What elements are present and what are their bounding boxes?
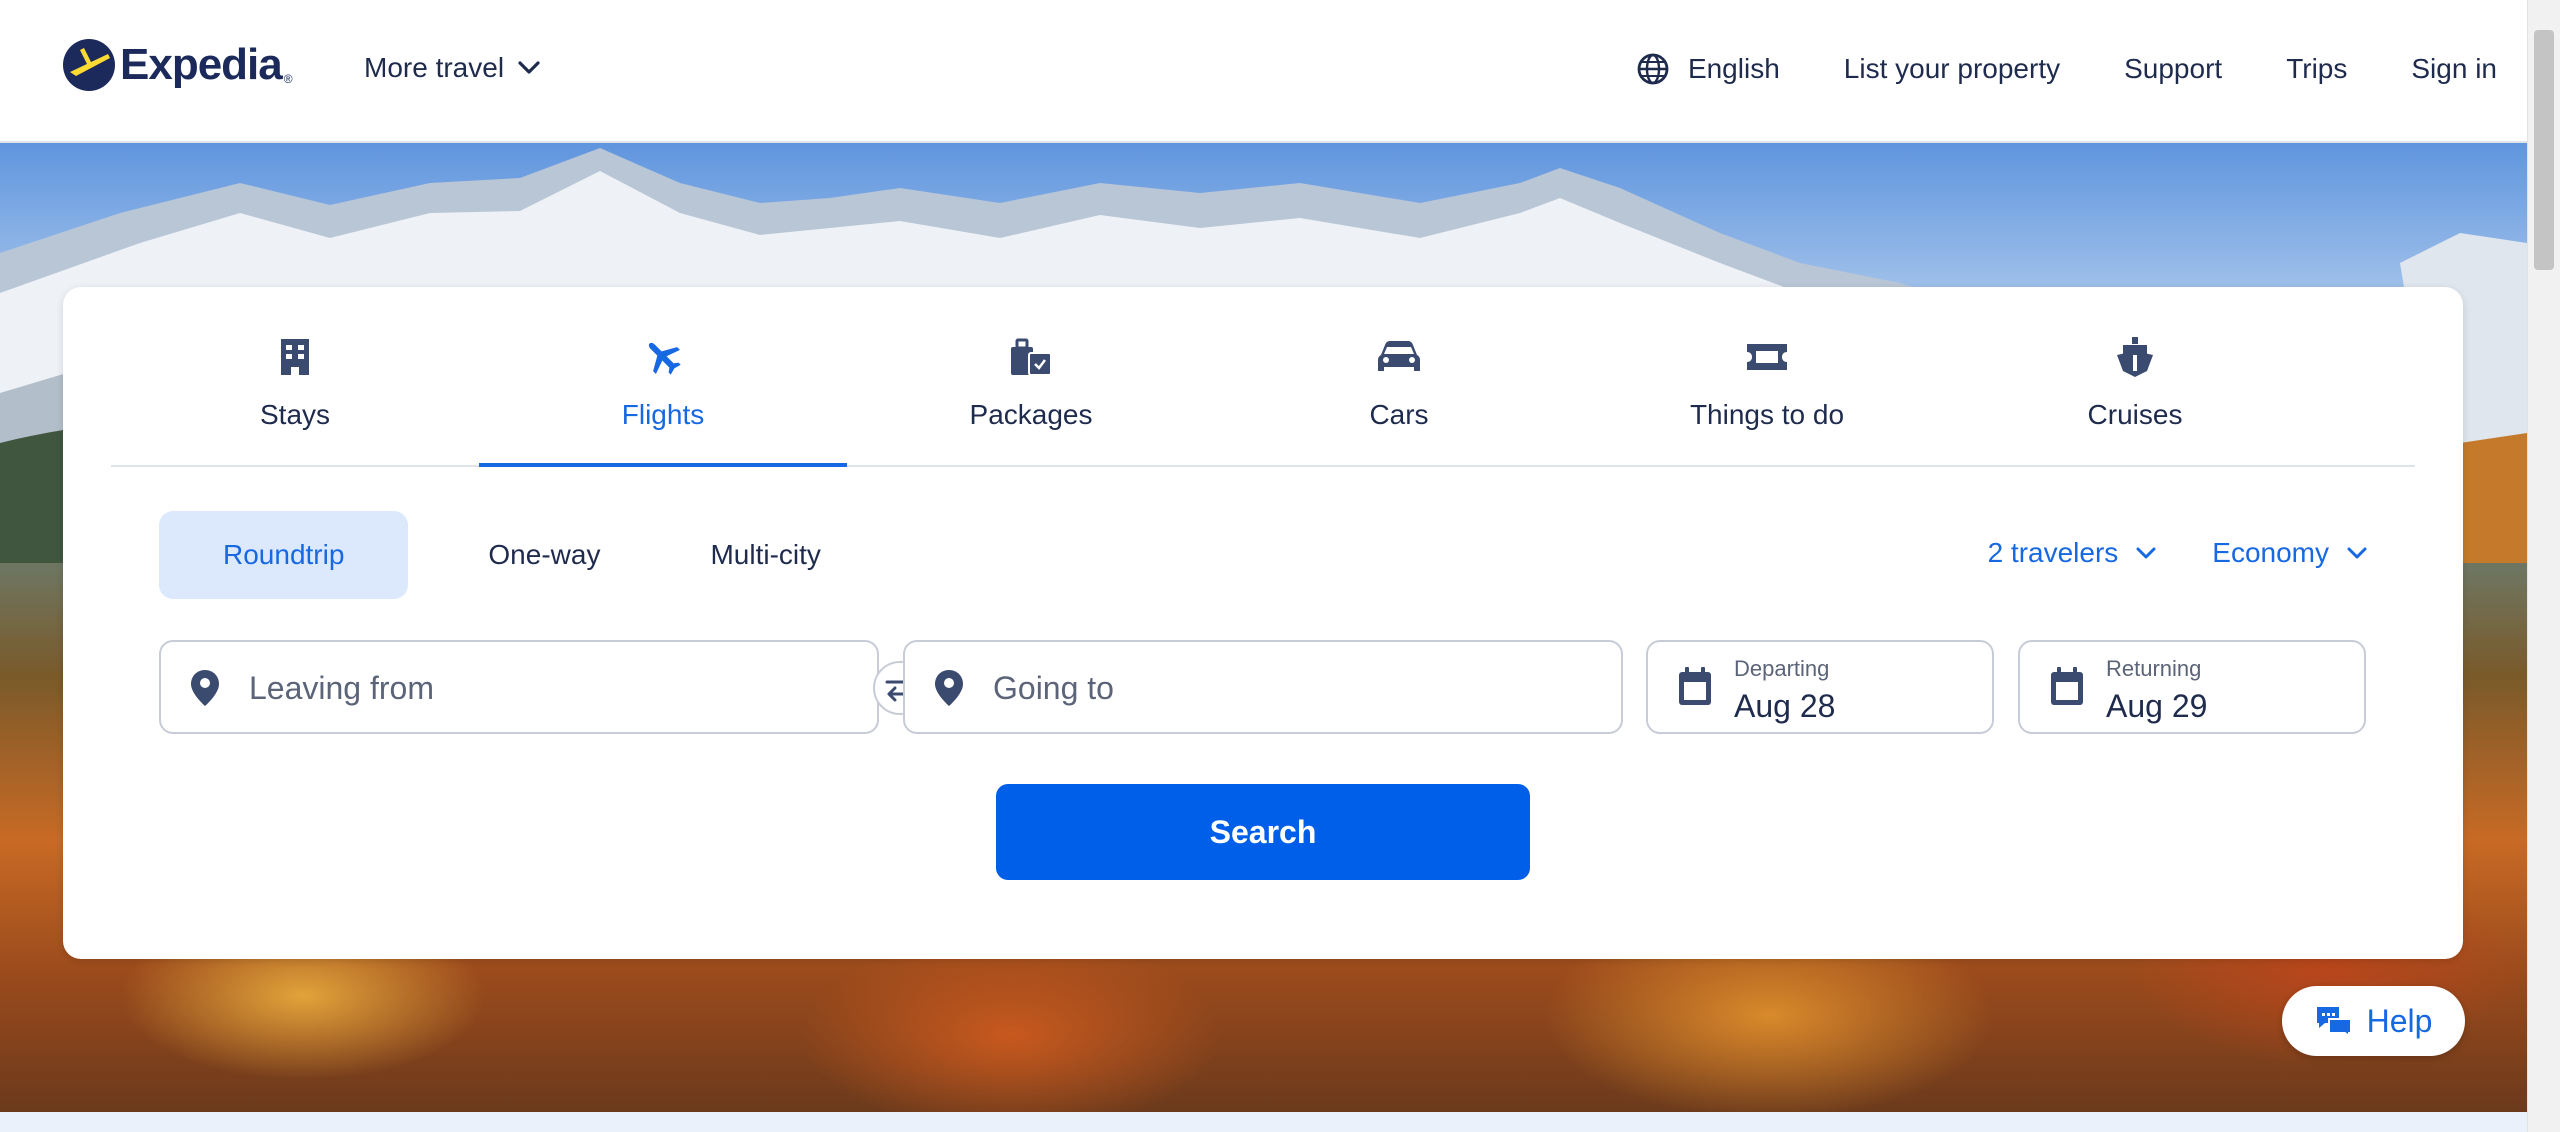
tab-cars-label: Cars xyxy=(1369,399,1429,430)
chevron-down-icon xyxy=(518,61,540,74)
leaving-from-field[interactable]: Leaving from xyxy=(159,640,879,734)
trip-type-roundtrip[interactable]: Roundtrip xyxy=(159,511,409,599)
page-scrollbar[interactable] xyxy=(2527,0,2560,1132)
logo-globe-icon xyxy=(63,39,115,91)
luggage-icon xyxy=(1011,338,1052,376)
departing-label: Departing xyxy=(1734,656,1830,681)
language-label: English xyxy=(1687,53,1780,84)
leaving-from-placeholder: Leaving from xyxy=(249,670,434,706)
departing-date-field[interactable]: Departing Aug 28 xyxy=(1646,640,1994,734)
more-travel-label: More travel xyxy=(364,52,505,83)
returning-label: Returning xyxy=(2106,656,2202,681)
going-to-field[interactable]: Going to xyxy=(903,640,1623,734)
cabin-class-label: Economy xyxy=(2212,537,2329,568)
trip-type-one-way[interactable]: One-way xyxy=(408,511,646,599)
support-link[interactable]: Support xyxy=(2124,53,2222,85)
help-label: Help xyxy=(2366,1002,2433,1039)
tab-flights[interactable]: Flights xyxy=(479,287,847,467)
language-selector[interactable]: English xyxy=(1636,52,1780,86)
cabin-class-dropdown[interactable]: Economy xyxy=(2212,537,2367,569)
tab-packages[interactable]: Packages xyxy=(847,287,1215,465)
tab-flights-label: Flights xyxy=(621,399,705,430)
scrollbar-thumb[interactable] xyxy=(2534,30,2554,270)
trip-type-multi-city[interactable]: Multi-city xyxy=(664,511,866,599)
list-property-link[interactable]: List your property xyxy=(1844,53,2060,85)
trip-type-selector: Roundtrip One-way Multi-city xyxy=(159,511,867,599)
tab-things-to-do[interactable]: Things to do xyxy=(1583,287,1951,465)
chat-bubbles-icon xyxy=(2316,1007,2352,1037)
search-button[interactable]: Search xyxy=(996,784,1530,880)
ticket-icon xyxy=(1747,344,1787,370)
sign-in-link[interactable]: Sign in xyxy=(2411,53,2497,85)
search-card: Stays Flights Packages Cars Things to do… xyxy=(63,287,2463,959)
page-content-edge xyxy=(0,1112,2527,1132)
expedia-logo[interactable]: Expedia ® xyxy=(62,38,293,92)
calendar-icon xyxy=(2051,667,2083,705)
chevron-down-icon xyxy=(2136,547,2156,559)
returning-date-field[interactable]: Returning Aug 29 xyxy=(2018,640,2366,734)
trips-link[interactable]: Trips xyxy=(2286,53,2347,85)
more-travel-menu[interactable]: More travel xyxy=(364,52,540,84)
location-pin-icon xyxy=(191,670,219,706)
tab-stays-label: Stays xyxy=(259,399,331,430)
tab-cruises[interactable]: Cruises xyxy=(1951,287,2319,465)
header-nav: English List your property Support Trips… xyxy=(1572,52,2497,86)
globe-icon xyxy=(1637,53,1669,85)
car-icon xyxy=(1378,341,1420,371)
going-to-placeholder: Going to xyxy=(993,670,1114,706)
logo-trademark: ® xyxy=(283,72,293,86)
calendar-icon xyxy=(1679,667,1711,705)
travelers-dropdown[interactable]: 2 travelers xyxy=(1988,537,2157,569)
building-icon xyxy=(281,339,309,375)
returning-value: Aug 29 xyxy=(2106,688,2208,724)
plane-icon xyxy=(648,342,681,375)
help-button[interactable]: Help xyxy=(2282,986,2465,1056)
tab-cruises-label: Cruises xyxy=(2087,399,2183,430)
tab-things-to-do-label: Things to do xyxy=(1689,399,1845,430)
tab-cars[interactable]: Cars xyxy=(1215,287,1583,465)
ship-icon xyxy=(2117,337,2153,377)
logo-text: Expedia xyxy=(120,40,283,89)
tab-stays[interactable]: Stays xyxy=(111,287,479,465)
tab-packages-label: Packages xyxy=(969,399,1093,430)
departing-value: Aug 28 xyxy=(1734,688,1836,724)
hero-background-image: Stays Flights Packages Cars Things to do… xyxy=(0,143,2527,1112)
travelers-label: 2 travelers xyxy=(1987,537,2119,568)
lob-tabs: Stays Flights Packages Cars Things to do… xyxy=(111,287,2415,467)
site-header: Expedia ® More travel English List your … xyxy=(0,0,2527,143)
location-pin-icon xyxy=(935,670,963,706)
chevron-down-icon xyxy=(2347,547,2367,559)
trip-options: 2 travelers Economy xyxy=(1988,537,2367,569)
